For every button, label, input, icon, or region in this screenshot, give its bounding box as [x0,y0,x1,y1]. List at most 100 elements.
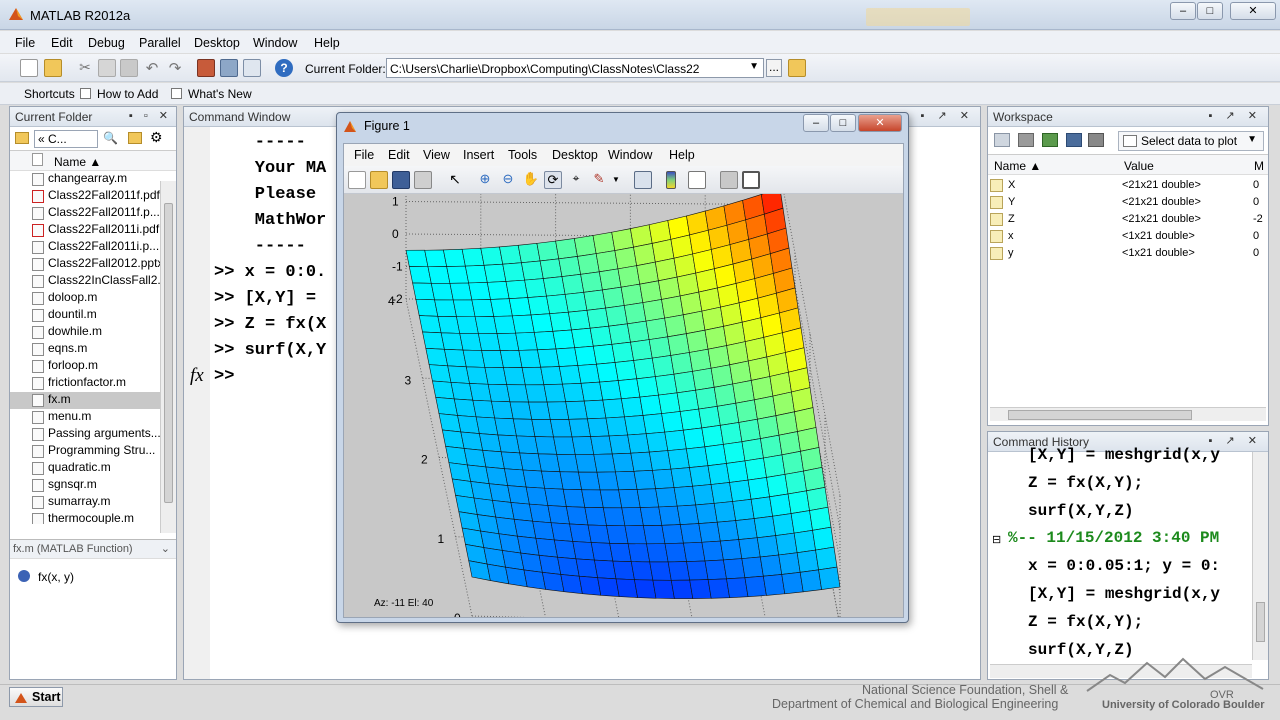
workspace-variable-row[interactable]: X <21x21 double> 0 [988,177,1268,194]
import-data-icon[interactable] [1042,133,1058,147]
history-line[interactable]: [X,Y] = meshgrid(x,y [1028,585,1220,603]
delete-variable-icon[interactable] [1088,133,1104,147]
menu-parallel[interactable]: Parallel [139,36,181,50]
figure-menu-window[interactable]: Window [608,148,652,162]
zoom-in-icon[interactable]: ⊕ [476,171,494,189]
brush-icon[interactable]: ✎ [590,171,608,189]
cut-icon[interactable]: ✂ [76,59,94,77]
show-plot-tools-icon[interactable] [742,171,760,189]
scroll-thumb[interactable] [1256,602,1265,642]
surface-plot[interactable]: 00.20.40.60.8101234210-1-2 [344,162,903,651]
data-cursor-icon[interactable]: ⌖ [567,171,585,189]
browse-button[interactable]: ... [766,59,782,77]
fx-icon[interactable]: fx [190,365,204,387]
history-line[interactable]: Z = fx(X,Y); [1028,474,1143,492]
paste-icon[interactable] [120,59,138,77]
history-line[interactable]: x = 0:0.05:1; y = 0: [1028,557,1220,575]
details-header[interactable]: fx.m (MATLAB Function) ⌄ [10,539,176,559]
file-list-item[interactable]: Class22Fall2012.pptx [10,256,176,273]
close-button[interactable]: ✕ [1230,2,1276,20]
folder-path-combo[interactable]: « C... [34,130,98,148]
menu-help[interactable]: Help [314,36,340,50]
collapse-icon[interactable]: ⊟ [992,533,1001,546]
new-file-icon[interactable] [20,59,38,77]
history-line[interactable]: [X,Y] = meshgrid(x,y [1028,446,1220,464]
open-file-icon[interactable] [370,171,388,189]
search-icon[interactable]: 🔍 [103,131,118,145]
file-list-item[interactable]: Class22InClassFall2... [10,273,176,290]
workspace-variable-row[interactable]: y <1x21 double> 0 [988,245,1268,262]
file-list-item[interactable]: frictionfactor.m [10,375,176,392]
ws-col-name[interactable]: Name ▲ [994,159,1041,173]
scroll-thumb[interactable] [1008,410,1192,420]
colorbar-icon[interactable] [666,171,676,189]
panel-controls-icon[interactable]: ▪ ↗ ✕ [1209,109,1262,122]
figure-close-button[interactable]: ✕ [858,114,902,132]
figure-menu-help[interactable]: Help [669,148,695,162]
redo-icon[interactable]: ↷ [166,59,184,77]
gear-icon[interactable]: ⚙ [150,129,163,146]
name-column-header[interactable]: Name ▲ [54,155,101,169]
scrollbar[interactable] [1252,452,1268,660]
start-button[interactable]: Start [9,687,63,707]
menu-edit[interactable]: Edit [51,36,73,50]
figure-menu-tools[interactable]: Tools [508,148,537,162]
file-list-item[interactable]: thermocouple.m [10,511,176,524]
file-list-item[interactable]: menu.m [10,409,176,426]
up-folder-icon[interactable] [788,59,806,77]
chevron-down-icon[interactable]: ▼ [612,175,620,184]
guide-icon[interactable] [220,59,238,77]
copy-icon[interactable] [98,59,116,77]
command-output[interactable]: ----- Your MA Please MathWor ----- >> x =… [214,133,326,393]
menu-file[interactable]: File [15,36,35,50]
file-list-item[interactable]: Programming Stru... [10,443,176,460]
scroll-thumb[interactable] [164,203,173,503]
undo-icon[interactable]: ↶ [143,59,161,77]
minimize-button[interactable]: – [1170,2,1196,20]
new-variable-icon[interactable] [994,133,1010,147]
new-figure-icon[interactable] [348,171,366,189]
save-icon[interactable] [392,171,410,189]
figure-menu-view[interactable]: View [423,148,450,162]
workspace-variable-row[interactable]: Y <21x21 double> 0 [988,194,1268,211]
file-list-item[interactable]: sgnsqr.m [10,477,176,494]
panel-controls-icon[interactable]: ▪ ↗ ✕ [921,109,974,122]
file-list-item[interactable]: changearray.m [10,171,176,188]
plot-area[interactable]: 00.20.40.60.8101234210-1-2 Az: -11 El: 4… [344,162,903,651]
ws-col-min[interactable]: M [1254,159,1264,173]
panel-controls-icon[interactable]: ▪ ▫ ✕ [129,109,172,122]
help-icon[interactable]: ? [275,59,293,77]
how-to-add-link[interactable]: How to Add [97,87,158,101]
file-list-item[interactable]: forloop.m [10,358,176,375]
file-list-item[interactable]: quadratic.m [10,460,176,477]
link-plot-icon[interactable] [634,171,652,189]
pan-icon[interactable]: ✋ [522,171,540,189]
figure-minimize-button[interactable]: – [803,114,829,132]
file-list-item[interactable]: doloop.m [10,290,176,307]
workspace-variable-row[interactable]: x <1x21 double> 0 [988,228,1268,245]
figure-menu-file[interactable]: File [354,148,374,162]
whats-new-link[interactable]: What's New [188,87,252,101]
rotate-3d-icon[interactable]: ⟳ [544,171,562,189]
up-folder-icon[interactable] [128,132,142,144]
print-icon[interactable] [414,171,432,189]
file-list-item[interactable]: Class22Fall2011f.p... [10,205,176,222]
file-list-item[interactable]: Class22Fall2011i.p... [10,239,176,256]
legend-icon[interactable] [688,171,706,189]
save-workspace-icon[interactable] [1066,133,1082,147]
file-list-item[interactable]: Class22Fall2011f.pdf [10,188,176,205]
file-list-item[interactable]: Class22Fall2011i.pdf [10,222,176,239]
maximize-button[interactable]: □ [1197,2,1223,20]
menu-desktop[interactable]: Desktop [194,36,240,50]
menu-window[interactable]: Window [253,36,297,50]
scrollbar[interactable] [160,181,176,533]
figure-menu-insert[interactable]: Insert [463,148,494,162]
file-list-item[interactable]: sumarray.m [10,494,176,511]
select-data-to-plot-button[interactable]: Select data to plot ▼ [1118,131,1264,151]
history-line[interactable]: Z = fx(X,Y); [1028,613,1143,631]
file-list-item[interactable]: dountil.m [10,307,176,324]
figure-maximize-button[interactable]: □ [830,114,856,132]
ws-col-value[interactable]: Value [1124,159,1154,173]
chevron-down-icon[interactable]: ▼ [749,61,759,72]
simulink-icon[interactable] [197,59,215,77]
